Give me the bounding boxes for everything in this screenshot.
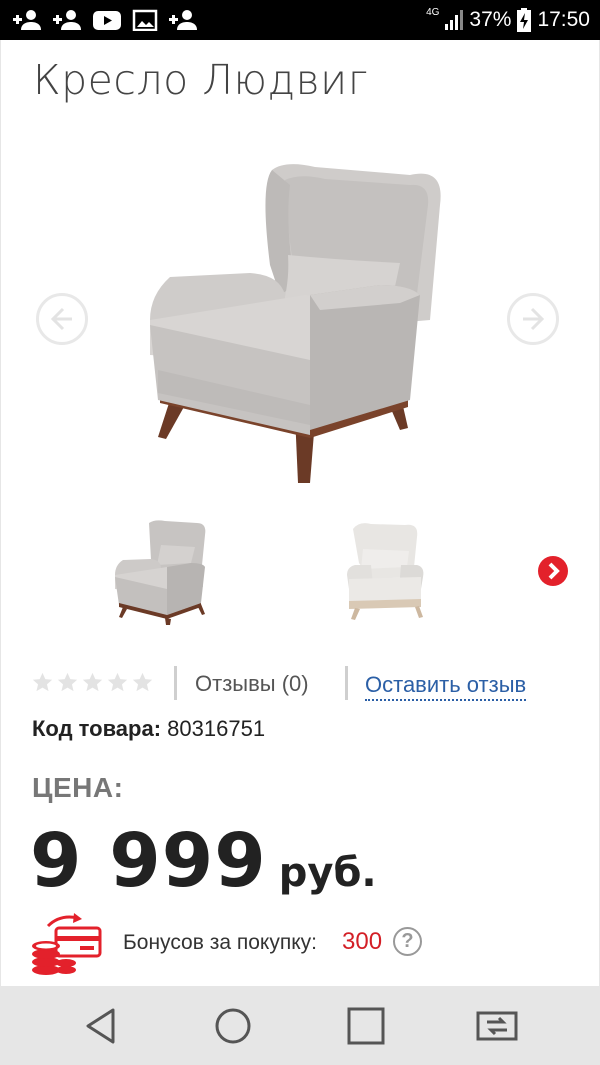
android-nav-bar — [0, 986, 600, 1065]
reviews-count[interactable]: Отзывы (0) — [195, 671, 309, 697]
home-button[interactable] — [211, 1004, 255, 1048]
star-icon[interactable] — [57, 672, 78, 693]
add-contact-icon — [13, 10, 41, 30]
thumbnail-grey-chair[interactable] — [105, 515, 215, 625]
arrow-left-icon — [50, 307, 72, 331]
chevron-right-icon — [548, 562, 560, 580]
star-icon[interactable] — [32, 672, 53, 693]
status-bar: 4G 37% 17:50 — [0, 0, 600, 40]
back-button[interactable] — [80, 1004, 124, 1048]
gallery-prev-button[interactable] — [36, 293, 88, 345]
bonus-label: Бонусов за покупку: — [123, 931, 317, 954]
add-contact-icon — [53, 10, 81, 30]
switch-apps-button[interactable] — [475, 1004, 519, 1048]
signal-icon — [445, 10, 464, 30]
youtube-icon — [93, 11, 121, 30]
gallery-next-button[interactable] — [507, 293, 559, 345]
network-type: 4G — [426, 6, 440, 18]
leave-review-link[interactable]: Оставить отзыв — [365, 672, 527, 701]
bonus-value: 300 — [342, 928, 383, 955]
thumbnails-next-button[interactable] — [538, 556, 568, 586]
star-icon[interactable] — [107, 672, 128, 693]
battery-percent: 37% — [469, 8, 512, 31]
price-currency: руб. — [278, 850, 377, 896]
rating-row: Отзывы (0) Оставить отзыв — [32, 664, 592, 702]
recent-apps-button[interactable] — [344, 1004, 388, 1048]
battery-charging-icon — [517, 8, 532, 32]
thumbnail-light-chair[interactable] — [335, 515, 435, 625]
sku-label: Код товара: — [32, 716, 162, 741]
price-value: 9 999 — [30, 818, 267, 904]
star-icon[interactable] — [132, 672, 153, 693]
divider — [174, 666, 177, 700]
divider — [345, 666, 348, 700]
price: 9 999 руб. — [30, 818, 377, 904]
product-main-image[interactable] — [110, 145, 480, 495]
arrow-right-icon — [523, 307, 545, 331]
add-contact-icon — [169, 10, 197, 30]
rating-stars[interactable] — [32, 672, 153, 693]
star-icon[interactable] — [82, 672, 103, 693]
sku-value: 80316751 — [167, 716, 266, 741]
gallery-icon — [132, 9, 158, 31]
product-sku: Код товара: 80316751 — [32, 716, 265, 742]
clock: 17:50 — [537, 8, 590, 31]
help-icon[interactable]: ? — [393, 927, 422, 956]
price-label: ЦЕНА: — [32, 772, 124, 803]
bonus-coins-icon — [32, 913, 102, 975]
product-title: Кресло Людвиг — [33, 56, 369, 104]
